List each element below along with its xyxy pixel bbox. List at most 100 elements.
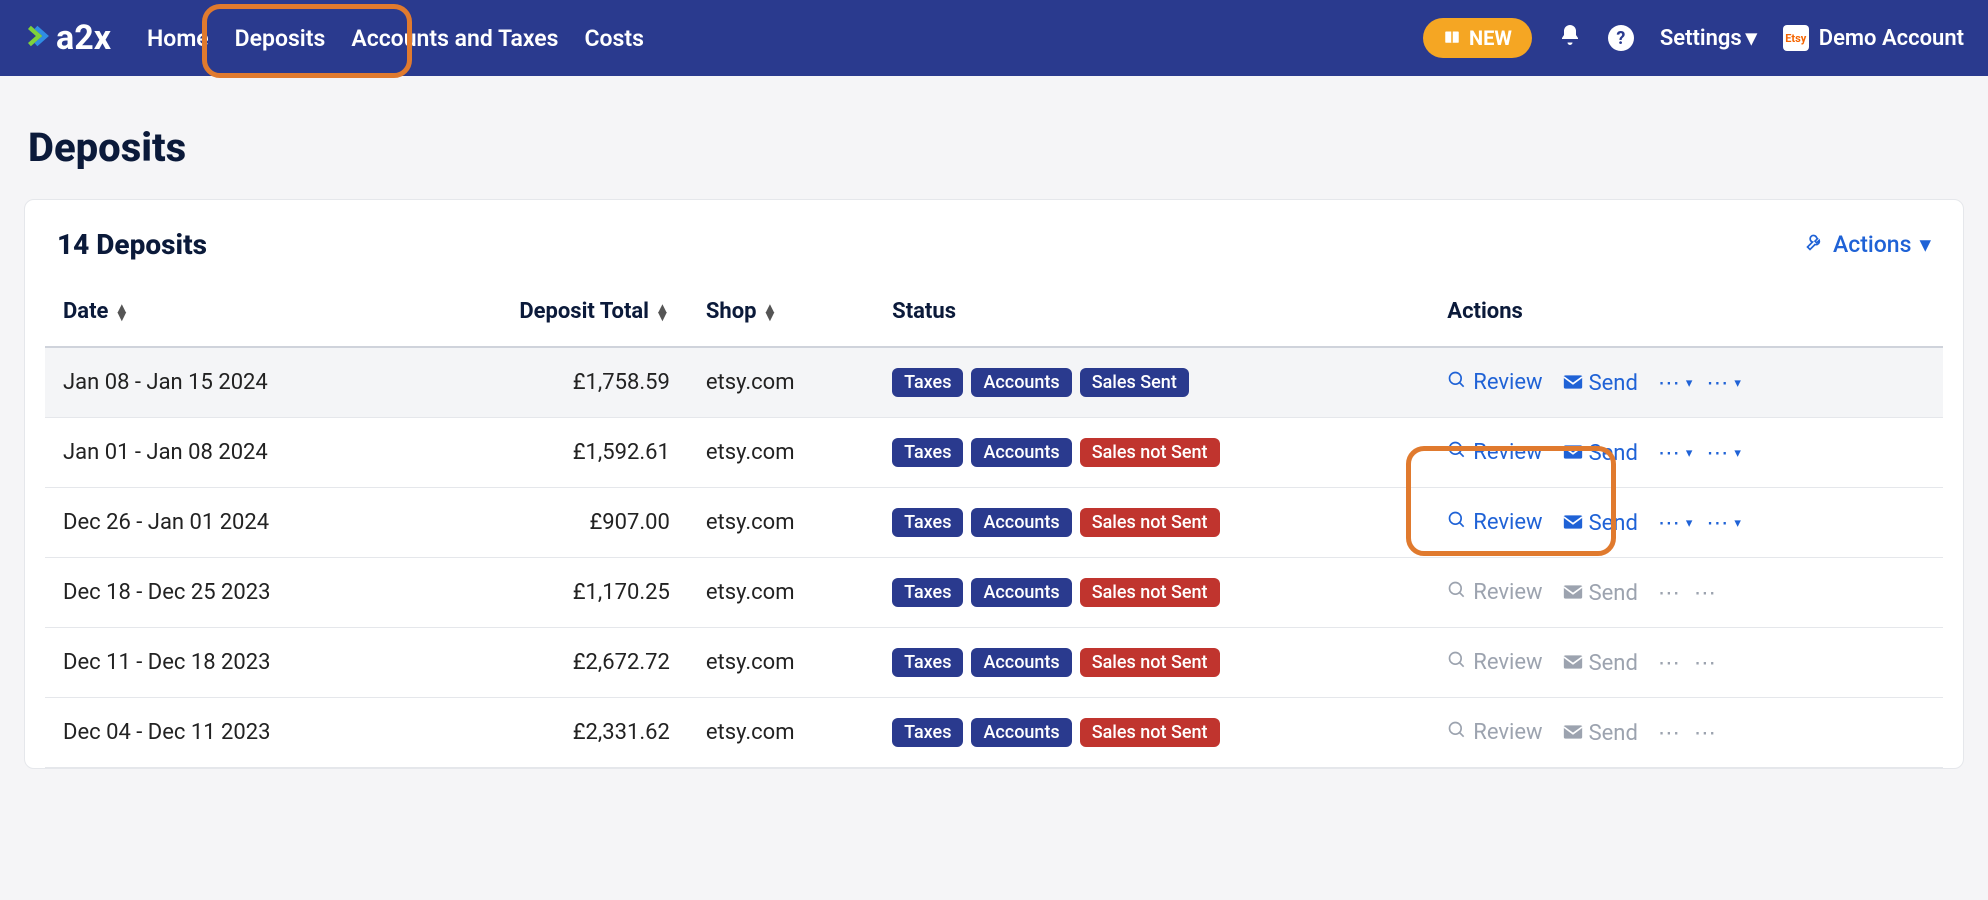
status-badge-notsent: Sales not Sent (1080, 648, 1220, 677)
review-button[interactable]: Review (1447, 370, 1542, 396)
row-more-dropdown[interactable]: ⋯▾ (1658, 511, 1693, 536)
bell-icon[interactable] (1558, 23, 1582, 53)
table-row: Dec 11 - Dec 18 2023£2,672.72etsy.comTax… (45, 628, 1943, 698)
review-button: Review (1447, 580, 1542, 606)
table-row: Dec 26 - Jan 01 2024£907.00etsy.comTaxes… (45, 488, 1943, 558)
cell-shop: etsy.com (688, 347, 874, 418)
account-name: Demo Account (1819, 26, 1964, 51)
settings-label: Settings (1660, 26, 1742, 51)
row-more-dropdown-2[interactable]: ⋯▾ (1706, 441, 1741, 466)
new-label: NEW (1469, 26, 1512, 50)
mail-icon (1563, 371, 1583, 396)
caret-down-icon: ▾ (1919, 231, 1931, 258)
row-more-2[interactable]: ⋯ (1694, 581, 1716, 606)
cell-date: Dec 04 - Dec 11 2023 (45, 698, 409, 768)
store-badge: Etsy (1783, 25, 1809, 51)
status-badge-taxes: Taxes (892, 508, 963, 537)
row-more[interactable]: ⋯ (1658, 581, 1680, 606)
cell-status: Taxes Accounts Sales not Sent (874, 558, 1429, 628)
status-badge-accounts: Accounts (971, 438, 1071, 467)
cell-actions: Review Send ⋯▾ ⋯▾ (1429, 347, 1943, 418)
send-button[interactable]: Send (1563, 371, 1638, 396)
cell-date: Dec 26 - Jan 01 2024 (45, 488, 409, 558)
review-button[interactable]: Review (1447, 510, 1542, 536)
sort-icon: ▲▼ (114, 304, 129, 320)
caret-down-icon: ▾ (1686, 376, 1693, 391)
col-date-label: Date (63, 299, 108, 324)
cell-actions: Review Send ⋯ ⋯ (1429, 698, 1943, 768)
cell-shop: etsy.com (688, 628, 874, 698)
send-button: Send (1563, 651, 1638, 676)
bulk-actions-label: Actions (1833, 231, 1911, 258)
status-badge-accounts: Accounts (971, 578, 1071, 607)
nav-costs[interactable]: Costs (584, 25, 643, 52)
caret-down-icon: ▾ (1686, 516, 1693, 531)
col-date[interactable]: Date ▲▼ (45, 281, 409, 347)
col-actions: Actions (1429, 281, 1943, 347)
col-status: Status (874, 281, 1429, 347)
table-row: Dec 18 - Dec 25 2023£1,170.25etsy.comTax… (45, 558, 1943, 628)
gift-icon (1443, 26, 1461, 50)
logo[interactable]: a2x (24, 18, 111, 58)
mail-icon (1563, 511, 1583, 536)
row-more[interactable]: ⋯ (1658, 651, 1680, 676)
status-badge-taxes: Taxes (892, 718, 963, 747)
nav-right: NEW ? Settings ▾ Etsy Demo Account (1423, 18, 1964, 58)
nav-taxes[interactable]: Accounts and Taxes (351, 25, 558, 52)
table-row: Jan 08 - Jan 15 2024£1,758.59etsy.comTax… (45, 347, 1943, 418)
mail-icon (1563, 721, 1583, 746)
help-icon[interactable]: ? (1608, 25, 1634, 51)
cell-status: TaxesAccountsSales not Sent (874, 418, 1429, 488)
settings-dropdown[interactable]: Settings ▾ (1660, 26, 1757, 51)
cell-total: £907.00 (409, 488, 688, 558)
review-button[interactable]: Review (1447, 440, 1542, 466)
cell-actions: ReviewSend⋯⋯ (1429, 628, 1943, 698)
row-more-dropdown[interactable]: ⋯▾ (1658, 441, 1693, 466)
cell-status: TaxesAccountsSales not Sent (874, 488, 1429, 558)
magnify-icon (1447, 720, 1467, 746)
wrench-icon (1805, 231, 1825, 258)
send-button: Send (1563, 721, 1638, 746)
table-row: Jan 01 - Jan 08 2024£1,592.61etsy.comTax… (45, 418, 1943, 488)
caret-down-icon: ▾ (1686, 446, 1693, 461)
status-badge-sent: Sales Sent (1080, 368, 1189, 397)
send-button[interactable]: Send (1563, 511, 1638, 536)
cell-date: Dec 11 - Dec 18 2023 (45, 628, 409, 698)
status-badge-notsent: Sales not Sent (1080, 718, 1220, 747)
deposits-count: 14 Deposits (57, 228, 207, 261)
logo-text: a2x (56, 18, 111, 58)
row-more-2[interactable]: ⋯ (1694, 651, 1716, 676)
magnify-icon (1447, 650, 1467, 676)
review-button: Review (1447, 720, 1542, 746)
col-shop[interactable]: Shop▲▼ (688, 281, 874, 347)
nav-home[interactable]: Home (147, 25, 209, 52)
status-badge-accounts: Accounts (971, 718, 1071, 747)
status-badge-taxes: Taxes (892, 578, 963, 607)
cell-shop: etsy.com (688, 418, 874, 488)
col-total[interactable]: Deposit Total▲▼ (409, 281, 688, 347)
row-more-dropdown-2[interactable]: ⋯▾ (1706, 511, 1741, 536)
cell-shop: etsy.com (688, 488, 874, 558)
row-more-2[interactable]: ⋯ (1694, 721, 1716, 746)
deposits-table: Date ▲▼ Deposit Total▲▼ Shop▲▼ Status Act… (45, 281, 1943, 768)
magnify-icon (1447, 440, 1467, 466)
row-more[interactable]: ⋯ (1658, 721, 1680, 746)
caret-down-icon: ▾ (1734, 376, 1741, 391)
row-more-dropdown[interactable]: ⋯▾ (1658, 371, 1693, 396)
new-button[interactable]: NEW (1423, 18, 1532, 58)
account-dropdown[interactable]: Etsy Demo Account (1783, 25, 1964, 51)
card-header: 14 Deposits Actions ▾ (25, 200, 1963, 281)
status-badge-taxes: Taxes (892, 438, 963, 467)
bulk-actions-dropdown[interactable]: Actions ▾ (1805, 231, 1931, 258)
cell-date: Jan 08 - Jan 15 2024 (45, 347, 409, 418)
table-row: Dec 04 - Dec 11 2023£2,331.62etsy.comTax… (45, 698, 1943, 768)
nav-deposits[interactable]: Deposits (235, 25, 326, 52)
row-more-dropdown-2[interactable]: ⋯▾ (1706, 371, 1741, 396)
col-total-label: Deposit Total (519, 299, 649, 324)
cell-status: TaxesAccountsSales Sent (874, 347, 1429, 418)
status-badge-notsent: Sales not Sent (1080, 578, 1220, 607)
cell-actions: ReviewSend⋯⋯ (1429, 558, 1943, 628)
send-button[interactable]: Send (1563, 441, 1638, 466)
col-status-label: Status (892, 299, 956, 324)
cell-total: £2,331.62 (409, 698, 688, 768)
